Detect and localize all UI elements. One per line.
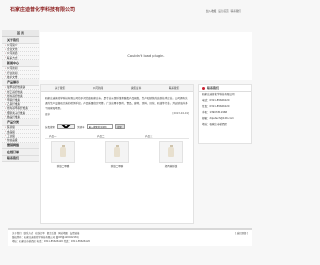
more-link[interactable]: 更多	[45, 112, 50, 116]
product-name[interactable]: 羟丙基纤维	[159, 164, 183, 168]
product-header: 产品一 产品二 产品三	[45, 134, 189, 139]
contact-link[interactable]: 联系我们	[231, 9, 241, 13]
sethome-link[interactable]: 设为首页	[218, 9, 228, 13]
main-content: 关于我们 公司新闻 资质证书 联系我们 石家庄迪普化学科技有限公司位于河北省石家…	[40, 84, 194, 224]
product-image[interactable]	[51, 141, 75, 163]
contact-panel: 联系我们 石家庄迪普化学科技有限公司 电话：0311-85626120 传真：0…	[198, 84, 252, 144]
company-logo[interactable]: 石家庄迪普化学科技有限公司	[10, 6, 75, 13]
category-label: 分类搜索	[45, 125, 56, 129]
product-card[interactable]: 羟丙基纤维	[159, 141, 183, 168]
footer-address: 地址：石家庄市桥西区 电话：0311-85626120 传真：0311-8562…	[12, 240, 90, 243]
product-search: 分类搜索 所有类型 关键字 搜索	[45, 122, 189, 131]
back-to-top-link[interactable]: [ 返回顶部 ]	[235, 232, 248, 236]
intro-more-line: 更多 [2013-04-19]	[41, 111, 193, 117]
content-tabs: 关于我们 公司新闻 资质证书 联系我们	[41, 85, 193, 92]
product-header-label: 产品一	[49, 135, 57, 138]
sidebar-section-contact[interactable]: 联系我们	[2, 155, 39, 163]
search-button[interactable]: 搜索	[114, 124, 125, 129]
company-intro: 石家庄迪普化学科技有限公司位于河北省石家庄市，是专业从事纤维素醚类产品研发、生产…	[45, 97, 188, 110]
contact-panel-header: 联系我们	[199, 85, 251, 92]
intro-date: [2013-04-19]	[172, 112, 189, 115]
product-name[interactable]: 纤维二甲醇	[105, 164, 129, 168]
product-header-label: 产品二	[97, 135, 105, 138]
bookmark-link[interactable]: 加入收藏	[206, 9, 216, 13]
bottle-icon	[114, 145, 120, 157]
contact-panel-title: 联系我们	[207, 86, 220, 90]
plugin-error-text: Couldn't load plugin.	[127, 54, 165, 58]
tab-certificates[interactable]: 资质证书	[117, 85, 155, 91]
flash-banner: Couldn't load plugin.	[40, 32, 252, 80]
top-links: 加入收藏 设为首页 联系我们	[206, 9, 241, 13]
footer: 关于我们 联系方式 在线订单 留言反馈 网站地图 友情链接 [ 返回顶部 ] 版…	[8, 228, 252, 246]
contact-line: 地址：石家庄市桥西区	[202, 123, 228, 126]
product-card[interactable]: 纤维二甲醛	[51, 141, 75, 168]
bullet-icon	[202, 86, 205, 90]
product-name[interactable]: 纤维二甲醛	[51, 164, 75, 168]
product-header-label: 产品三	[145, 135, 153, 138]
sidebar: 首 页 关于我们 公司简介 企业文化 公司资质 联系方式 新闻中心 公司新闻 行…	[2, 30, 39, 163]
product-card[interactable]: 纤维二甲醇	[105, 141, 129, 168]
keyword-label: 关键字	[77, 125, 85, 129]
tab-company-news[interactable]: 公司新闻	[79, 85, 117, 91]
bottle-icon	[60, 145, 66, 157]
product-list: 纤维二甲醛 纤维二甲醇 羟丙基纤维	[51, 141, 183, 168]
sidebar-home[interactable]: 首 页	[2, 30, 39, 37]
category-select[interactable]: 所有类型	[57, 124, 76, 129]
product-image[interactable]	[159, 141, 183, 163]
bottle-icon	[168, 145, 174, 157]
tab-contact[interactable]: 联系我们	[155, 85, 193, 91]
keyword-input[interactable]	[86, 124, 113, 129]
tab-about[interactable]: 关于我们	[41, 85, 79, 91]
page: 石家庄迪普化学科技有限公司 加入收藏 设为首页 联系我们 首 页 关于我们 公司…	[0, 0, 259, 265]
product-image[interactable]	[105, 141, 129, 163]
